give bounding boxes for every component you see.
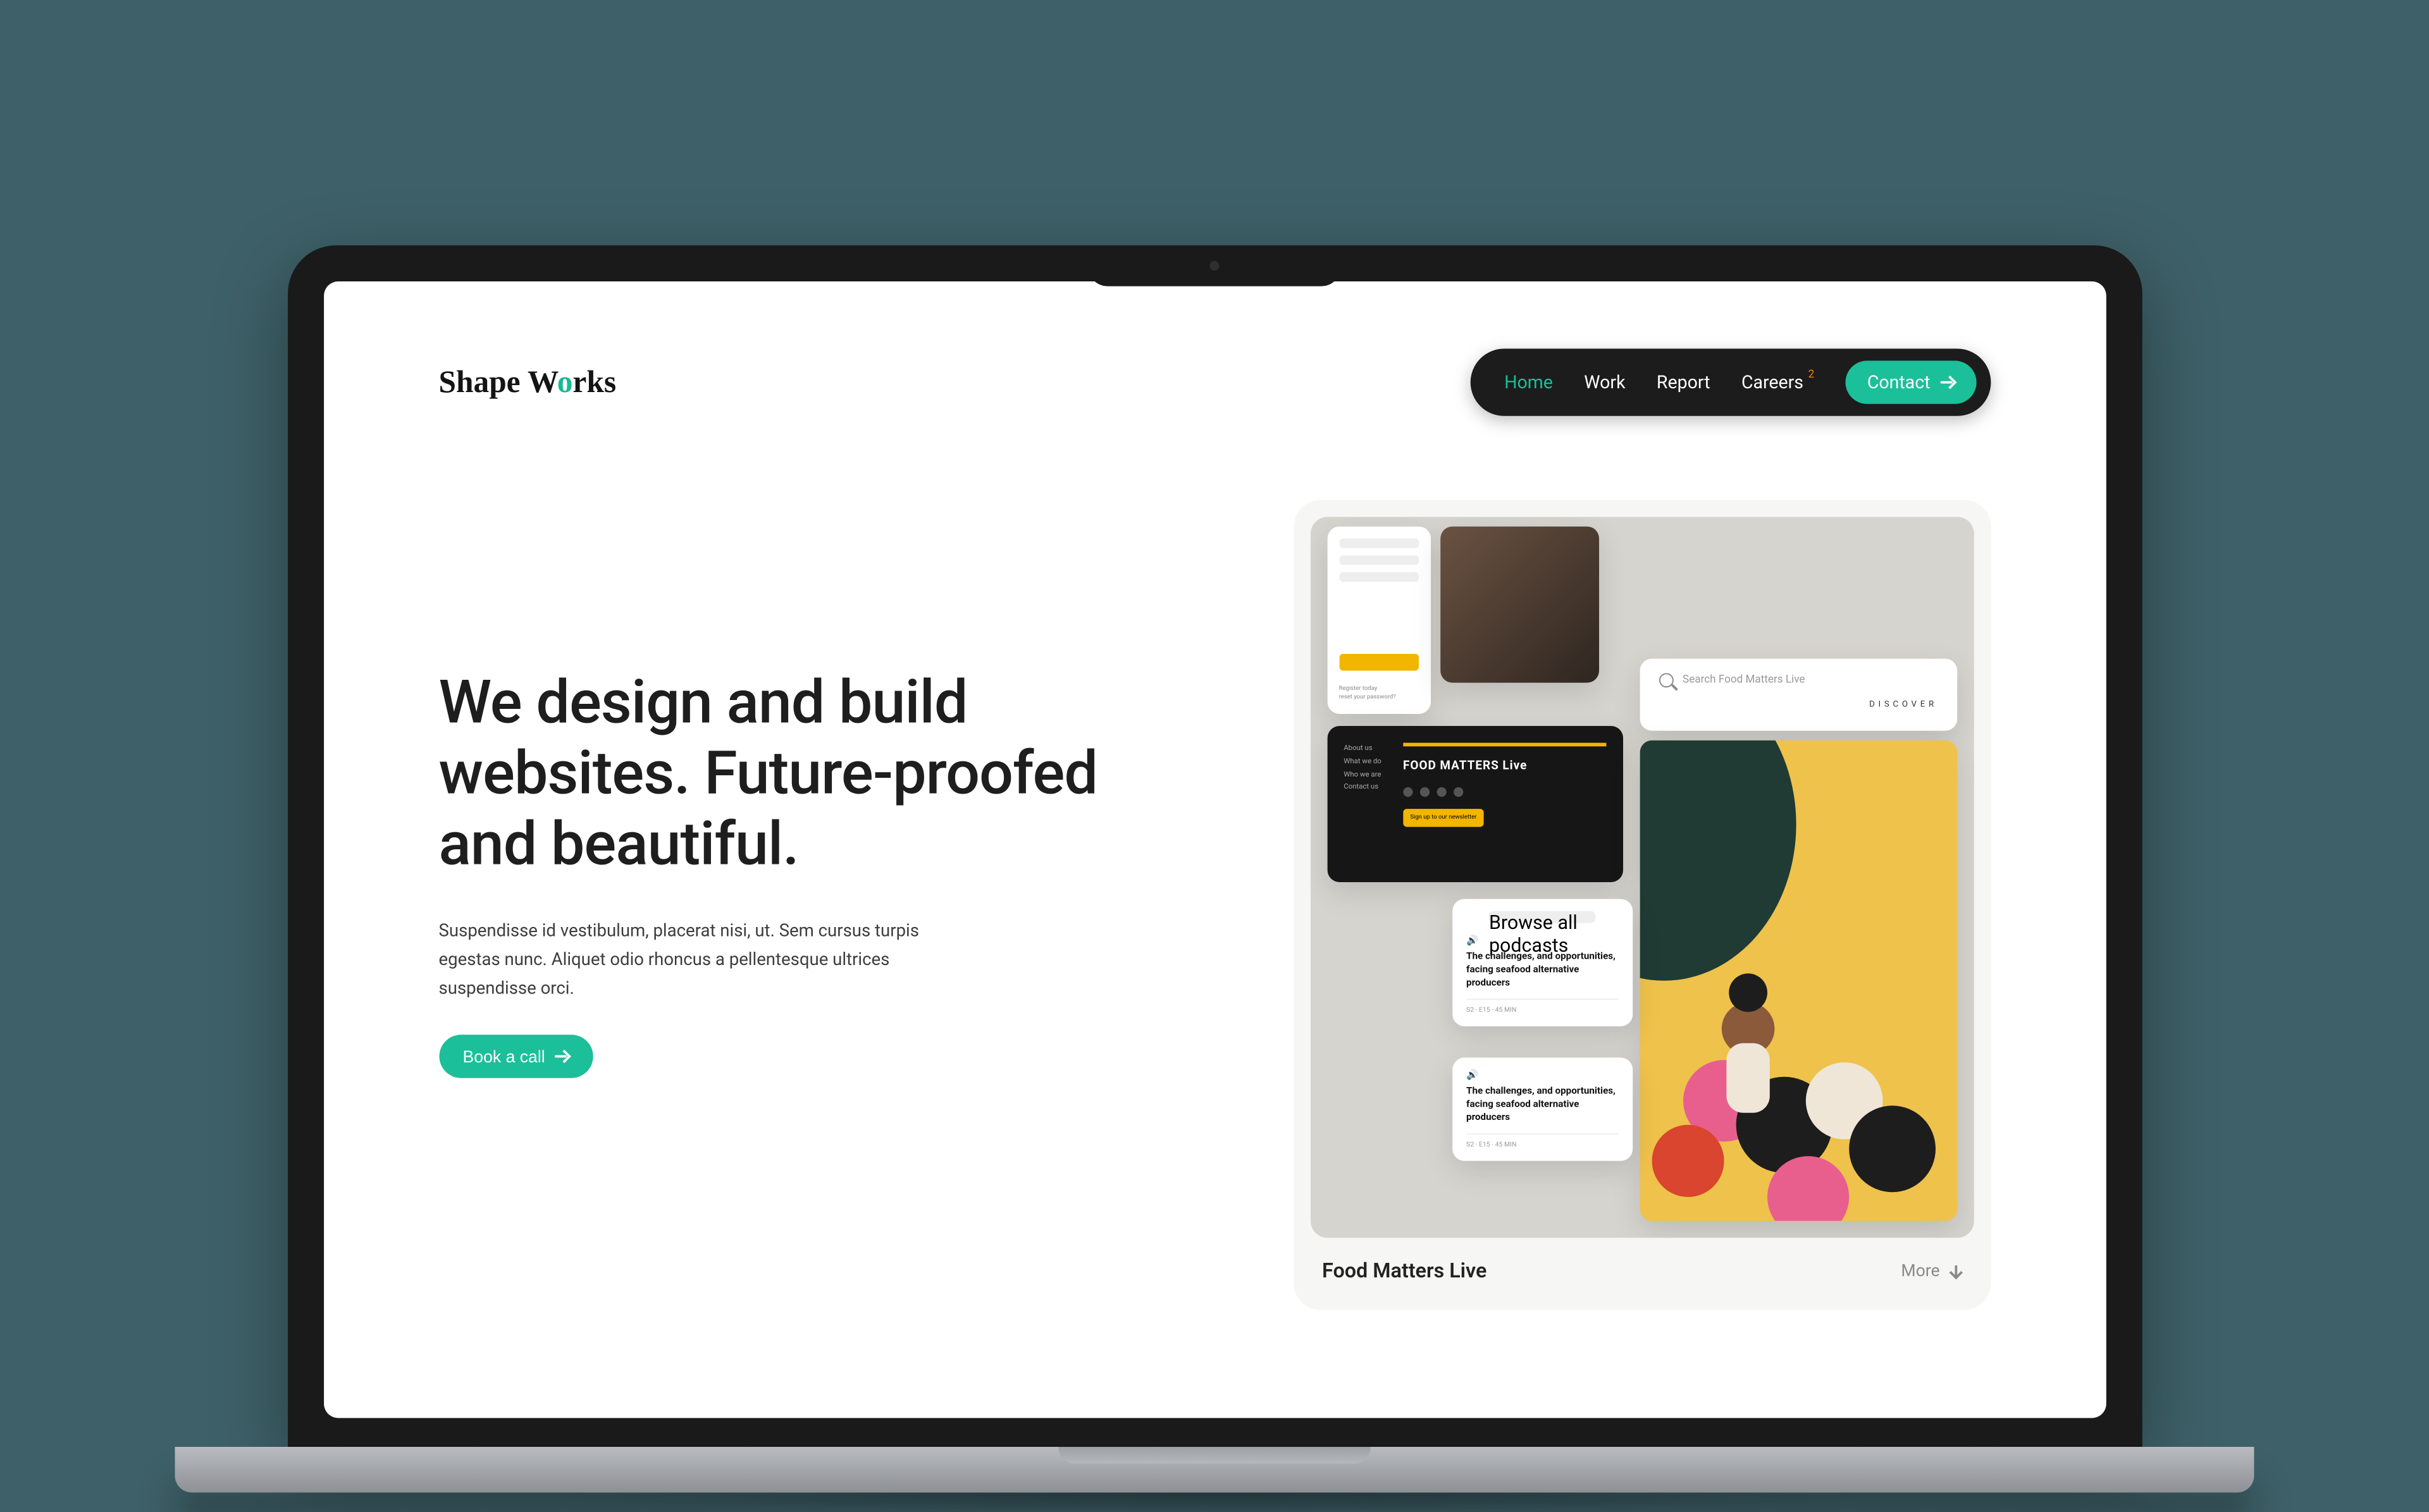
collage-photo-tile	[1440, 527, 1598, 683]
collage-search-tile: Search Food Matters Live DISCOVER	[1640, 659, 1957, 731]
nav-contact-button[interactable]: Contact	[1846, 360, 1976, 403]
collage-footer-tile: About us What we do Who we are Contact u…	[1327, 726, 1622, 882]
arrow-down-icon	[1950, 1265, 1962, 1277]
social-icon	[1403, 787, 1412, 797]
social-icon	[1454, 787, 1463, 797]
collage-login-tile: Register today reset your password?	[1327, 527, 1430, 714]
nav-careers[interactable]: Careers 2	[1741, 372, 1814, 393]
podcast-title: The challenges, and opportunities, facin…	[1466, 950, 1617, 990]
showcase-more-link[interactable]: More	[1901, 1262, 1961, 1281]
showcase-footer: Food Matters Live More	[1310, 1238, 1974, 1286]
login-reset: reset your password?	[1339, 694, 1396, 701]
showcase-title: Food Matters Live	[1322, 1260, 1486, 1284]
search-discover: DISCOVER	[1869, 699, 1938, 709]
arrow-right-icon	[555, 1049, 569, 1064]
brand-pre: Shape W	[439, 364, 557, 399]
brand-accent-o: o	[557, 364, 573, 399]
hero-section: We design and build websites. Future-pro…	[439, 500, 1991, 1310]
nav-home[interactable]: Home	[1504, 372, 1553, 393]
laptop-shadow	[493, 1492, 1936, 1511]
search-placeholder: Search Food Matters Live	[1683, 674, 1805, 686]
social-icon	[1420, 787, 1430, 797]
brand-post: rks	[572, 364, 616, 399]
collage-podcast-tile-1: Browse all podcasts 🔊 The challenges, an…	[1452, 899, 1632, 1027]
nav-careers-badge: 2	[1808, 369, 1815, 381]
nav-work[interactable]: Work	[1584, 372, 1625, 393]
book-call-label: Book a call	[463, 1047, 545, 1066]
login-register: Register today	[1339, 685, 1378, 692]
website-page: Shape Works Home Work Report Careers 2 C…	[323, 281, 2106, 1418]
header: Shape Works Home Work Report Careers 2 C…	[439, 348, 1991, 415]
footer-links-col: About us What we do Who we are Contact u…	[1344, 743, 1381, 827]
hero-headline: We design and build websites. Future-pro…	[439, 668, 1112, 881]
collage-podcast-tile-2: 🔊 The challenges, and opportunities, fac…	[1452, 1057, 1632, 1161]
collage-illustration-tile	[1640, 741, 1957, 1221]
hero-subtext: Suspendisse id vestibulum, placerat nisi…	[439, 917, 920, 1003]
podcast-title: The challenges, and opportunities, facin…	[1466, 1085, 1617, 1124]
main-nav: Home Work Report Careers 2 Contact	[1471, 348, 1990, 415]
podcast-browse: Browse all podcasts	[1489, 911, 1595, 923]
showcase-card: Register today reset your password? Abou…	[1293, 500, 1990, 1310]
arrow-right-icon	[1940, 375, 1955, 390]
search-icon	[1659, 673, 1673, 687]
footer-social-icons	[1403, 787, 1605, 797]
footer-newsletter: Sign up to our newsletter	[1403, 809, 1484, 827]
nav-contact-label: Contact	[1867, 372, 1931, 393]
showcase-collage: Register today reset your password? Abou…	[1310, 517, 1974, 1238]
laptop-mockup: Shape Works Home Work Report Careers 2 C…	[175, 245, 2254, 1512]
nav-report[interactable]: Report	[1657, 372, 1710, 393]
footer-brand: FOOD MATTERS Live	[1403, 756, 1605, 778]
hero-copy: We design and build websites. Future-pro…	[439, 500, 1112, 1078]
podcast-meta: S2 · E15 · 45 MIN	[1466, 1134, 1617, 1150]
brand-logo[interactable]: Shape Works	[439, 364, 617, 400]
podcast-meta: S2 · E15 · 45 MIN	[1466, 999, 1617, 1015]
social-icon	[1437, 787, 1446, 797]
nav-careers-label: Careers	[1741, 372, 1803, 393]
laptop-lid: Shape Works Home Work Report Careers 2 C…	[287, 245, 2142, 1447]
book-call-button[interactable]: Book a call	[439, 1035, 593, 1078]
laptop-screen: Shape Works Home Work Report Careers 2 C…	[323, 281, 2106, 1418]
laptop-notch	[1089, 245, 1341, 286]
showcase-more-label: More	[1901, 1262, 1939, 1281]
laptop-base	[175, 1447, 2254, 1492]
